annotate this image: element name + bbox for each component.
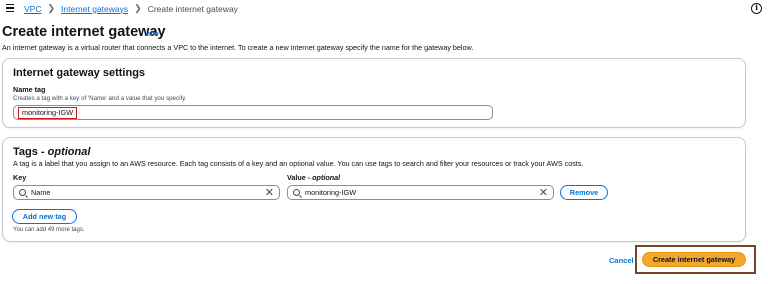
breadcrumb: VPC ❯ Internet gateways ❯ Create interne… xyxy=(24,3,238,14)
value-label: Value - optional xyxy=(287,173,341,182)
remove-tag-button[interactable]: Remove xyxy=(560,185,608,200)
page-title: Create internet gateway xyxy=(2,24,166,40)
breadcrumb-vpc[interactable]: VPC xyxy=(24,4,41,14)
name-tag-label: Name tag xyxy=(13,85,46,94)
menu-icon[interactable] xyxy=(6,4,14,12)
name-tag-value: monitoring-IGW xyxy=(18,106,78,119)
name-tag-description: Creates a tag with a key of 'Name' and a… xyxy=(13,95,187,102)
internet-gateway-settings-panel: Internet gateway settings Name tag Creat… xyxy=(2,58,746,128)
search-icon xyxy=(19,189,26,196)
page-description: An internet gateway is a virtual router … xyxy=(2,43,474,52)
value-label-optional: optional xyxy=(312,173,341,182)
chevron-right-icon: ❯ xyxy=(134,3,142,13)
chevron-right-icon: ❯ xyxy=(47,3,56,13)
top-navigation: VPC ❯ Internet gateways ❯ Create interne… xyxy=(0,0,768,18)
tags-heading: Tags - optional xyxy=(13,146,91,158)
tags-heading-optional: optional xyxy=(47,146,91,158)
breadcrumb-internet-gateways[interactable]: Internet gateways xyxy=(61,4,128,14)
clear-icon[interactable]: ✕ xyxy=(539,187,548,199)
info-link[interactable]: Info xyxy=(146,31,159,38)
tag-limit-note: You can add 49 more tags. xyxy=(13,227,85,233)
tag-key-input[interactable]: Name ✕ xyxy=(13,185,280,200)
info-circle-icon[interactable]: i xyxy=(751,3,762,14)
tag-key-value: Name xyxy=(31,188,51,197)
search-icon xyxy=(293,189,300,196)
key-label: Key xyxy=(13,173,27,182)
tag-value-input[interactable]: monitoring-IGW ✕ xyxy=(287,185,554,200)
tags-panel: Tags - optional A tag is a label that yo… xyxy=(2,137,746,242)
add-new-tag-button[interactable]: Add new tag xyxy=(12,209,77,224)
tag-value-value: monitoring-IGW xyxy=(305,188,357,197)
name-tag-input[interactable]: monitoring-IGW xyxy=(13,105,493,120)
tags-heading-text: Tags xyxy=(13,146,38,158)
settings-heading: Internet gateway settings xyxy=(13,67,146,79)
breadcrumb-current: Create internet gateway xyxy=(147,3,238,14)
cancel-button[interactable]: Cancel xyxy=(609,256,634,265)
tags-description: A tag is a label that you assign to an A… xyxy=(13,159,584,168)
create-internet-gateway-button[interactable]: Create internet gateway xyxy=(642,252,746,267)
clear-icon[interactable]: ✕ xyxy=(265,187,274,199)
